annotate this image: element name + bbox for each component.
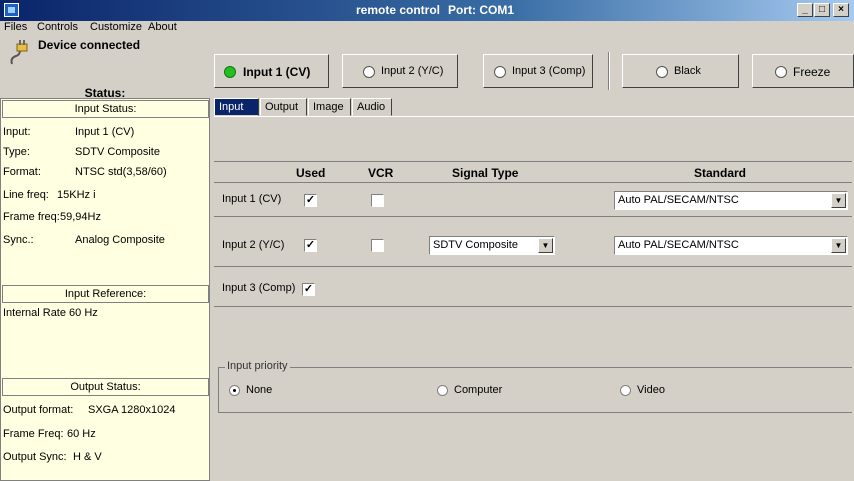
menu-bar: Files Controls Customize About bbox=[0, 21, 210, 35]
input-status-header: Input Status: bbox=[2, 100, 209, 118]
menu-files[interactable]: Files bbox=[4, 21, 27, 33]
minimize-button[interactable]: _ bbox=[797, 3, 813, 17]
priority-video-radio[interactable]: Video bbox=[620, 384, 665, 396]
window-title: remote control bbox=[355, 3, 440, 17]
status-value: SDTV Composite bbox=[75, 146, 160, 158]
tab-output[interactable]: Output bbox=[260, 98, 307, 116]
tab-audio[interactable]: Audio bbox=[352, 98, 392, 116]
input-reference-value: Internal Rate 60 Hz bbox=[3, 307, 98, 319]
used-checkbox-2[interactable]: ✓ bbox=[304, 239, 317, 252]
status-label: Line freq: bbox=[3, 189, 49, 201]
header-standard: Standard bbox=[694, 166, 747, 180]
row-label: Input 2 (Y/C) bbox=[222, 239, 285, 251]
radio-icon bbox=[224, 66, 236, 78]
input-3-button[interactable]: Input 3 (Comp) bbox=[483, 54, 593, 88]
tab-image[interactable]: Image bbox=[308, 98, 351, 116]
menu-controls[interactable]: Controls bbox=[37, 21, 78, 33]
tab-input[interactable]: Input bbox=[214, 98, 259, 116]
used-checkbox-1[interactable]: ✓ bbox=[304, 194, 317, 207]
menu-about[interactable]: About bbox=[148, 21, 177, 33]
radio-icon bbox=[620, 384, 631, 396]
priority-none-radio[interactable]: None bbox=[229, 384, 272, 396]
input-reference-header: Input Reference: bbox=[2, 285, 209, 303]
radio-icon bbox=[229, 384, 240, 396]
radio-icon bbox=[656, 66, 668, 78]
output-sync-value: H & V bbox=[73, 451, 102, 463]
radio-icon bbox=[437, 384, 448, 396]
maximize-button[interactable]: □ bbox=[814, 3, 830, 17]
input-tab-content: Used VCR Signal Type Standard Input 1 (C… bbox=[214, 116, 854, 481]
output-sync-label: Output Sync: bbox=[3, 451, 67, 463]
status-value: 15KHz i bbox=[57, 189, 96, 201]
title-bar: remote control Port: COM1 _ □ × bbox=[0, 0, 854, 21]
status-value: NTSC std(3,58/60) bbox=[75, 166, 167, 178]
input-1-button[interactable]: Input 1 (CV) bbox=[214, 54, 329, 88]
device-status: Device connected bbox=[38, 38, 141, 52]
input-row-3: Input 3 (Comp) ✓ bbox=[214, 267, 852, 307]
status-panel: Input Status: Input: Input 1 (CV) Type: … bbox=[0, 98, 210, 481]
status-label: Format: bbox=[3, 166, 41, 178]
separator bbox=[608, 52, 610, 90]
priority-video-label: Video bbox=[637, 384, 665, 396]
radio-icon bbox=[363, 66, 375, 78]
grid-header: Used VCR Signal Type Standard bbox=[214, 161, 852, 183]
black-button[interactable]: Black bbox=[622, 54, 739, 88]
vcr-checkbox-1[interactable] bbox=[371, 194, 384, 207]
vcr-checkbox-2[interactable] bbox=[371, 239, 384, 252]
status-label: Type: bbox=[3, 146, 30, 158]
standard-value: Auto PAL/SECAM/NTSC bbox=[618, 194, 739, 206]
chevron-down-icon: ▼ bbox=[831, 238, 846, 253]
menu-customize[interactable]: Customize bbox=[90, 21, 142, 33]
priority-computer-label: Computer bbox=[454, 384, 503, 396]
status-value: Analog Composite bbox=[75, 234, 165, 246]
input-2-button[interactable]: Input 2 (Y/C) bbox=[342, 54, 458, 88]
close-button[interactable]: × bbox=[833, 3, 849, 17]
radio-icon bbox=[494, 66, 506, 78]
status-label: Input: bbox=[3, 126, 31, 138]
output-status-header: Output Status: bbox=[2, 378, 209, 396]
header-vcr: VCR bbox=[368, 166, 394, 180]
freeze-button[interactable]: Freeze bbox=[752, 54, 854, 88]
priority-computer-radio[interactable]: Computer bbox=[437, 384, 502, 396]
row-label: Input 3 (Comp) bbox=[222, 282, 296, 294]
used-checkbox-3[interactable]: ✓ bbox=[302, 283, 315, 296]
input-row-2: Input 2 (Y/C) ✓ SDTV Composite ▼ Auto PA… bbox=[214, 217, 852, 267]
output-format-value: SXGA 1280x1024 bbox=[88, 404, 176, 416]
output-format-label: Output format: bbox=[3, 404, 74, 416]
plug-icon bbox=[10, 40, 28, 65]
chevron-down-icon: ▼ bbox=[538, 238, 553, 253]
frame-freq-value: 60 Hz bbox=[67, 428, 96, 440]
standard-select-2[interactable]: Auto PAL/SECAM/NTSC ▼ bbox=[614, 236, 848, 255]
chevron-down-icon: ▼ bbox=[831, 193, 846, 208]
radio-icon bbox=[775, 66, 787, 78]
status-label: Frame freq: bbox=[3, 211, 60, 223]
header-used: Used bbox=[296, 166, 326, 180]
input-row-1: Input 1 (CV) ✓ Auto PAL/SECAM/NTSC ▼ bbox=[214, 183, 852, 217]
priority-none-label: None bbox=[246, 384, 273, 396]
signal-type-value: SDTV Composite bbox=[433, 239, 518, 251]
status-value: Input 1 (CV) bbox=[75, 126, 135, 138]
standard-value: Auto PAL/SECAM/NTSC bbox=[618, 239, 739, 251]
row-label: Input 1 (CV) bbox=[222, 193, 282, 205]
standard-select-1[interactable]: Auto PAL/SECAM/NTSC ▼ bbox=[614, 191, 848, 210]
status-label: Sync.: bbox=[3, 234, 34, 246]
header-signal-type: Signal Type bbox=[452, 166, 519, 180]
frame-freq-label: Frame Freq: bbox=[3, 428, 64, 440]
status-value: 59,94Hz bbox=[60, 211, 101, 223]
input-priority-group: Input priority None Computer Video bbox=[218, 360, 852, 413]
window-port: Port: COM1 bbox=[448, 3, 514, 17]
input-priority-legend: Input priority bbox=[225, 360, 290, 372]
signal-type-select-2[interactable]: SDTV Composite ▼ bbox=[429, 236, 555, 255]
